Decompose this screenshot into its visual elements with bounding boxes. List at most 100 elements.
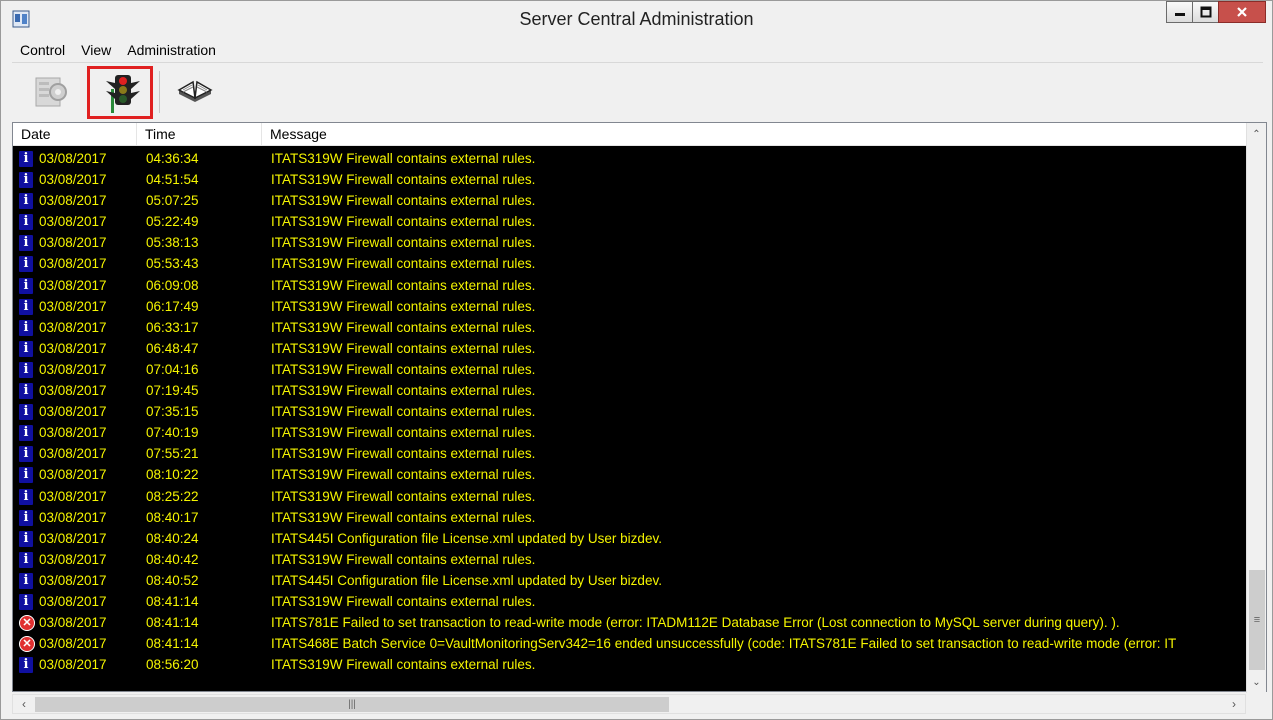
info-icon: i [19, 446, 35, 463]
title-bar[interactable]: Server Central Administration [1, 1, 1272, 39]
toolbar-separator [159, 71, 160, 113]
log-row[interactable]: i 03/08/2017 06:09:08 ITATS319W Firewall co… [13, 275, 1246, 296]
menu-control[interactable]: Control [12, 40, 73, 62]
log-row[interactable]: i 03/08/2017 05:38:13 ITATS319W Firewall co… [13, 232, 1246, 253]
log-time: 08:41:14 [146, 593, 199, 609]
menu-administration[interactable]: Administration [119, 40, 224, 62]
log-date: 03/08/2017 [39, 446, 107, 462]
log-row[interactable]: i 03/08/2017 08:40:24 ITATS445I Configurati… [13, 528, 1246, 549]
log-row[interactable]: i 03/08/2017 06:48:47 ITATS319W Firewall co… [13, 338, 1246, 359]
log-date: 03/08/2017 [39, 467, 107, 483]
log-row[interactable]: i 03/08/2017 04:36:34 ITATS319W Firewall co… [13, 148, 1246, 169]
close-button[interactable] [1218, 1, 1266, 23]
log-message: ITATS319W Firewall contains external rul… [271, 383, 536, 399]
column-header-date[interactable]: Date [13, 123, 137, 146]
maximize-button[interactable] [1192, 1, 1219, 23]
log-message: ITATS319W Firewall contains external rul… [271, 340, 536, 356]
server-settings-button[interactable] [20, 67, 80, 117]
log-row[interactable]: i 03/08/2017 08:25:22 ITATS319W Firewall co… [13, 486, 1246, 507]
log-date: 03/08/2017 [39, 383, 107, 399]
log-date: 03/08/2017 [39, 636, 107, 652]
traffic-light-button[interactable] [87, 66, 153, 119]
log-row[interactable]: ✕ 03/08/2017 08:41:14 ITATS468E Batch Servi… [13, 633, 1246, 654]
menu-view[interactable]: View [73, 40, 119, 62]
log-time: 08:10:22 [146, 467, 199, 483]
window-title: Server Central Administration [519, 9, 754, 29]
log-time: 07:40:19 [146, 425, 199, 441]
log-time: 08:40:52 [146, 572, 199, 588]
info-icon: i [19, 425, 35, 442]
info-icon: i [19, 340, 35, 357]
log-time: 07:04:16 [146, 361, 199, 377]
log-time: 05:07:25 [146, 193, 199, 209]
log-message: ITATS319W Firewall contains external rul… [271, 361, 536, 377]
log-message: ITATS319W Firewall contains external rul… [271, 151, 536, 166]
log-row[interactable]: i 03/08/2017 05:53:43 ITATS319W Firewall co… [13, 253, 1246, 274]
book-button[interactable] [165, 67, 225, 117]
vertical-scrollbar[interactable]: ⌃ ≡ ⌄ [1246, 123, 1266, 693]
log-row[interactable]: i 03/08/2017 07:04:16 ITATS319W Firewall co… [13, 359, 1246, 380]
log-row[interactable]: i 03/08/2017 06:17:49 ITATS319W Firewall co… [13, 296, 1246, 317]
log-date: 03/08/2017 [39, 593, 107, 609]
log-time: 06:48:47 [146, 340, 199, 356]
info-icon: i [19, 256, 35, 273]
log-rows: i 03/08/2017 04:36:34 ITATS319W Firewall co… [13, 148, 1246, 693]
log-time: 08:56:20 [146, 657, 199, 673]
log-row[interactable]: i 03/08/2017 06:33:17 ITATS319W Firewall co… [13, 317, 1246, 338]
log-row[interactable]: i 03/08/2017 08:10:22 ITATS319W Firewall co… [13, 464, 1246, 485]
log-row[interactable]: i 03/08/2017 05:22:49 ITATS319W Firewall co… [13, 211, 1246, 232]
log-date: 03/08/2017 [39, 404, 107, 420]
log-message: ITATS781E Failed to set transaction to r… [271, 615, 1120, 631]
info-icon: i [19, 298, 35, 315]
column-header-message[interactable]: Message [262, 123, 1246, 146]
scroll-left-arrow-icon[interactable]: ‹ [15, 695, 33, 713]
info-icon: i [19, 551, 35, 568]
log-time: 05:22:49 [146, 214, 199, 230]
log-time: 08:25:22 [146, 488, 199, 504]
log-row[interactable]: i 03/08/2017 08:40:42 ITATS319W Firewall co… [13, 549, 1246, 570]
scroll-up-arrow-icon[interactable]: ⌃ [1247, 125, 1266, 143]
log-row[interactable]: i 03/08/2017 05:07:25 ITATS319W Firewall co… [13, 190, 1246, 211]
scroll-down-arrow-icon[interactable]: ⌄ [1247, 673, 1266, 691]
info-icon: i [19, 530, 35, 547]
log-time: 04:51:54 [146, 172, 199, 188]
horizontal-scroll-thumb[interactable]: ||| [35, 697, 669, 712]
log-row[interactable]: i 03/08/2017 07:35:15 ITATS319W Firewall co… [13, 401, 1246, 422]
open-book-icon [177, 80, 213, 102]
log-message: ITATS319W Firewall contains external rul… [271, 298, 536, 314]
log-time: 06:17:49 [146, 298, 199, 314]
minimize-button[interactable] [1166, 1, 1193, 23]
event-log-list[interactable]: Date Time Message i 03/08/2017 04:36:34 ITA… [12, 122, 1267, 693]
log-row[interactable]: i 03/08/2017 07:19:45 ITATS319W Firewall co… [13, 380, 1246, 401]
log-row[interactable]: i 03/08/2017 07:40:19 ITATS319W Firewall co… [13, 422, 1246, 443]
resize-grip[interactable] [1248, 694, 1267, 714]
info-icon: i [19, 319, 35, 336]
log-row[interactable]: i 03/08/2017 08:40:52 ITATS445I Configurati… [13, 570, 1246, 591]
log-time: 04:36:34 [146, 151, 199, 166]
log-message: ITATS319W Firewall contains external rul… [271, 657, 536, 673]
log-date: 03/08/2017 [39, 319, 107, 335]
info-icon: i [19, 151, 35, 167]
log-row[interactable]: i 03/08/2017 08:41:14 ITATS319W Firewall co… [13, 591, 1246, 612]
log-row[interactable]: i 03/08/2017 08:56:20 ITATS319W Firewall co… [13, 654, 1246, 675]
info-icon: i [19, 572, 35, 589]
log-message: ITATS319W Firewall contains external rul… [271, 551, 536, 567]
log-time: 08:41:14 [146, 636, 199, 652]
log-time: 08:40:24 [146, 530, 199, 546]
log-message: ITATS468E Batch Service 0=VaultMonitorin… [271, 636, 1177, 652]
column-header-time[interactable]: Time [137, 123, 262, 146]
log-message: ITATS319W Firewall contains external rul… [271, 193, 536, 209]
horizontal-scrollbar[interactable]: ‹ ||| › [12, 694, 1246, 714]
log-row[interactable]: i 03/08/2017 07:55:21 ITATS319W Firewall co… [13, 443, 1246, 464]
log-message: ITATS319W Firewall contains external rul… [271, 256, 536, 272]
scroll-right-arrow-icon[interactable]: › [1225, 695, 1243, 713]
log-row[interactable]: ✕ 03/08/2017 08:41:14 ITATS781E Failed to s… [13, 612, 1246, 633]
log-row[interactable]: i 03/08/2017 04:51:54 ITATS319W Firewall co… [13, 169, 1246, 190]
log-time: 05:53:43 [146, 256, 199, 272]
main-window: Server Central Administration Control Vi… [0, 0, 1273, 720]
vertical-scroll-thumb[interactable]: ≡ [1249, 570, 1265, 670]
log-row[interactable]: i 03/08/2017 08:40:17 ITATS319W Firewall co… [13, 507, 1246, 528]
minimize-icon [1174, 13, 1185, 16]
menu-bar: Control View Administration [12, 40, 1263, 62]
log-time: 08:41:14 [146, 615, 199, 631]
